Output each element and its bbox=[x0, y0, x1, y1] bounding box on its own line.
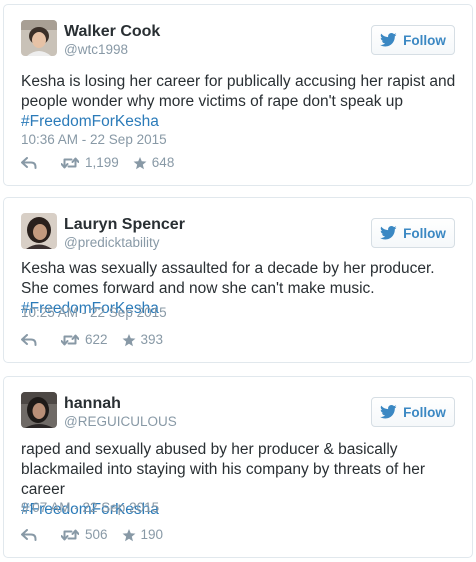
hashtag-link[interactable]: #FreedomForKesha bbox=[21, 113, 159, 130]
reply-icon bbox=[21, 529, 37, 541]
avatar[interactable] bbox=[21, 392, 57, 428]
retweet-icon bbox=[61, 529, 79, 541]
favorite-count: 190 bbox=[140, 527, 164, 542]
favorite-count: 648 bbox=[151, 155, 175, 170]
retweet-count: 506 bbox=[85, 527, 108, 542]
follow-label: Follow bbox=[403, 32, 446, 48]
retweet-icon bbox=[61, 157, 79, 169]
favorite-button[interactable]: 190 bbox=[122, 527, 164, 543]
tweet-actions: 506 190 bbox=[21, 527, 163, 543]
reply-icon bbox=[21, 334, 37, 346]
favorite-count: 393 bbox=[140, 332, 164, 347]
tweet-card: hannah @REGUICULOUS Follow raped and sex… bbox=[3, 376, 473, 558]
follow-button[interactable]: Follow bbox=[371, 397, 455, 427]
reply-button[interactable] bbox=[21, 157, 37, 169]
follow-button[interactable]: Follow bbox=[371, 25, 455, 55]
tweet-text: Kesha is losing her career for publicall… bbox=[21, 72, 461, 132]
reply-icon bbox=[21, 157, 37, 169]
tweet-timestamp[interactable]: 10:36 AM - 22 Sep 2015 bbox=[21, 132, 167, 148]
retweet-button[interactable]: 506 bbox=[61, 527, 108, 543]
display-name[interactable]: Lauryn Spencer bbox=[64, 216, 185, 234]
follow-label: Follow bbox=[403, 404, 446, 420]
tweet-body: Kesha was sexually assaulted for a decad… bbox=[21, 260, 435, 297]
follow-label: Follow bbox=[403, 225, 446, 241]
retweet-button[interactable]: 1,199 bbox=[61, 155, 119, 171]
twitter-bird-icon bbox=[380, 33, 397, 47]
favorite-button[interactable]: 393 bbox=[122, 332, 164, 348]
display-name[interactable]: hannah bbox=[64, 395, 121, 413]
display-name[interactable]: Walker Cook bbox=[64, 23, 160, 41]
star-icon bbox=[122, 333, 135, 346]
tweet-timestamp[interactable]: 9:07 AM - 22 Sep 2015 bbox=[21, 500, 159, 516]
star-icon bbox=[133, 156, 147, 169]
retweet-count: 1,199 bbox=[85, 155, 119, 170]
user-handle[interactable]: @predicktability bbox=[64, 235, 160, 251]
tweet-actions: 622 393 bbox=[21, 332, 163, 348]
reply-button[interactable] bbox=[21, 334, 37, 346]
reply-button[interactable] bbox=[21, 529, 37, 541]
star-icon bbox=[122, 528, 135, 541]
tweet-card: Walker Cook @wtc1998 Follow Kesha is los… bbox=[3, 4, 473, 186]
twitter-bird-icon bbox=[380, 405, 397, 419]
tweet-body: raped and sexually abused by her produce… bbox=[21, 441, 426, 498]
twitter-bird-icon bbox=[380, 226, 397, 240]
user-handle[interactable]: @REGUICULOUS bbox=[64, 414, 177, 430]
retweet-count: 622 bbox=[85, 332, 108, 347]
follow-button[interactable]: Follow bbox=[371, 218, 455, 248]
tweet-card: Lauryn Spencer @predicktability Follow K… bbox=[3, 197, 473, 363]
retweet-button[interactable]: 622 bbox=[61, 332, 108, 348]
tweet-body: Kesha is losing her career for publicall… bbox=[21, 73, 456, 110]
tweet-actions: 1,199 648 bbox=[21, 155, 174, 171]
favorite-button[interactable]: 648 bbox=[133, 155, 175, 171]
avatar[interactable] bbox=[21, 213, 57, 249]
avatar[interactable] bbox=[21, 20, 57, 56]
user-handle[interactable]: @wtc1998 bbox=[64, 42, 128, 58]
tweet-timestamp[interactable]: 10:25 AM - 22 Sep 2015 bbox=[21, 305, 167, 321]
retweet-icon bbox=[61, 334, 79, 346]
